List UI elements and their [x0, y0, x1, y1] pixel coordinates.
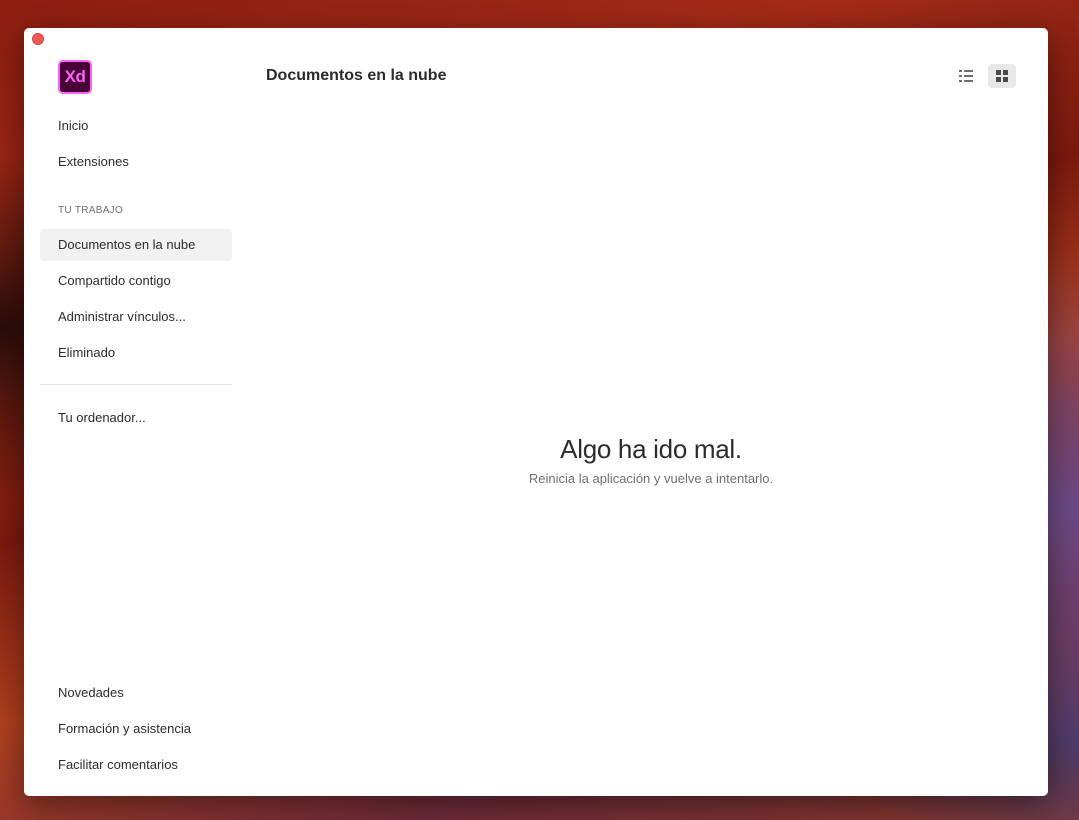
grid-view-button[interactable]: [988, 64, 1016, 88]
sidebar-item-inicio[interactable]: Inicio: [40, 110, 232, 142]
sidebar-item-administrar-vinculos[interactable]: Administrar vínculos...: [40, 301, 232, 333]
error-title: Algo ha ido mal.: [560, 434, 742, 464]
logo-text: Xd: [64, 67, 86, 86]
page-title: Documentos en la nube: [266, 67, 447, 84]
sidebar-item-tu-ordenador[interactable]: Tu ordenador...: [40, 402, 232, 434]
sidebar-item-documentos-nube[interactable]: Documentos en la nube: [40, 229, 232, 261]
xd-logo-icon: Xd: [58, 60, 92, 94]
sidebar-item-extensiones[interactable]: Extensiones: [40, 146, 232, 178]
sidebar-divider: [40, 384, 232, 385]
section-label-tu-trabajo: TU TRABAJO: [58, 205, 124, 216]
sidebar-item-formacion-asistencia[interactable]: Formación y asistencia: [40, 713, 232, 745]
list-view-button[interactable]: [952, 64, 980, 88]
sidebar-item-eliminado[interactable]: Eliminado: [40, 337, 232, 369]
sidebar: Xd Inicio Extensiones TU TRABAJO Documen…: [24, 28, 254, 796]
list-view-icon: [959, 70, 973, 82]
desktop-background: Xd Inicio Extensiones TU TRABAJO Documen…: [0, 0, 1079, 820]
sidebar-item-compartido-contigo[interactable]: Compartido contigo: [40, 265, 232, 297]
error-subtitle: Reinicia la aplicación y vuelve a intent…: [528, 471, 774, 486]
app-window: Xd Inicio Extensiones TU TRABAJO Documen…: [24, 28, 1048, 796]
grid-view-icon: [996, 70, 1008, 82]
empty-state: Algo ha ido mal. Reinicia la aplicación …: [254, 434, 1048, 486]
sidebar-item-novedades[interactable]: Novedades: [40, 677, 232, 709]
sidebar-item-facilitar-comentarios[interactable]: Facilitar comentarios: [40, 749, 232, 781]
